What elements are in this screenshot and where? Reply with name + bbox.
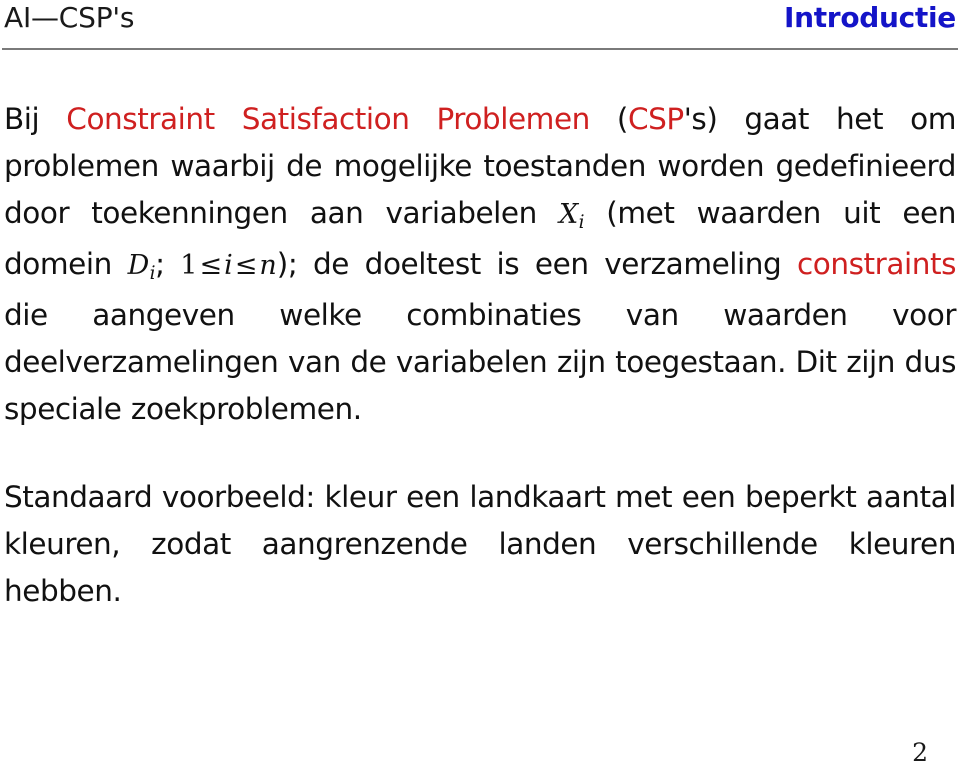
math-domain-d-sub-i: Di — [127, 250, 156, 284]
text-segment: die aangeven welke combinaties van waard… — [4, 298, 956, 426]
math-number-one: 1 — [180, 250, 198, 281]
text-segment: Bij — [4, 102, 67, 136]
text-segment: ( — [589, 102, 629, 136]
math-subscript-i: i — [149, 262, 156, 284]
math-symbol-x: X — [559, 199, 579, 230]
paragraph-csp-definition: Bij Constraint Satisfaction Problemen (C… — [4, 96, 956, 433]
math-less-equal-icon: ≤ — [199, 250, 223, 281]
text-segment: ; — [155, 247, 181, 281]
paragraph-map-coloring-example: Standaard voorbeeld: kleur een landkaart… — [4, 480, 956, 608]
slide-page: AI—CSP's Introductie Bij Constraint Sati… — [0, 0, 960, 779]
math-variable-x-sub-i: Xi — [559, 199, 585, 233]
header-course-title: AI—CSP's — [4, 1, 135, 34]
math-symbol-d: D — [127, 250, 150, 281]
slide-header: AI—CSP's Introductie — [4, 0, 956, 42]
term-constraints: constraints — [797, 247, 957, 281]
header-divider — [2, 48, 958, 50]
page-number: 2 — [912, 738, 928, 767]
math-symbol-n: n — [259, 250, 277, 281]
math-subscript-i: i — [578, 211, 585, 233]
header-section-title: Introductie — [783, 1, 956, 34]
math-symbol-i: i — [224, 250, 233, 281]
term-csp-abbreviation: CSP — [627, 102, 684, 136]
slide-content: Bij Constraint Satisfaction Problemen (C… — [4, 96, 956, 662]
math-less-equal-icon: ≤ — [234, 250, 258, 281]
math-index-range: 1≤i≤n — [180, 250, 276, 281]
term-constraint-satisfaction-problemen: Constraint Satisfaction Problemen — [66, 102, 590, 136]
text-segment: ); de doeltest is een ver­zameling — [276, 247, 798, 281]
